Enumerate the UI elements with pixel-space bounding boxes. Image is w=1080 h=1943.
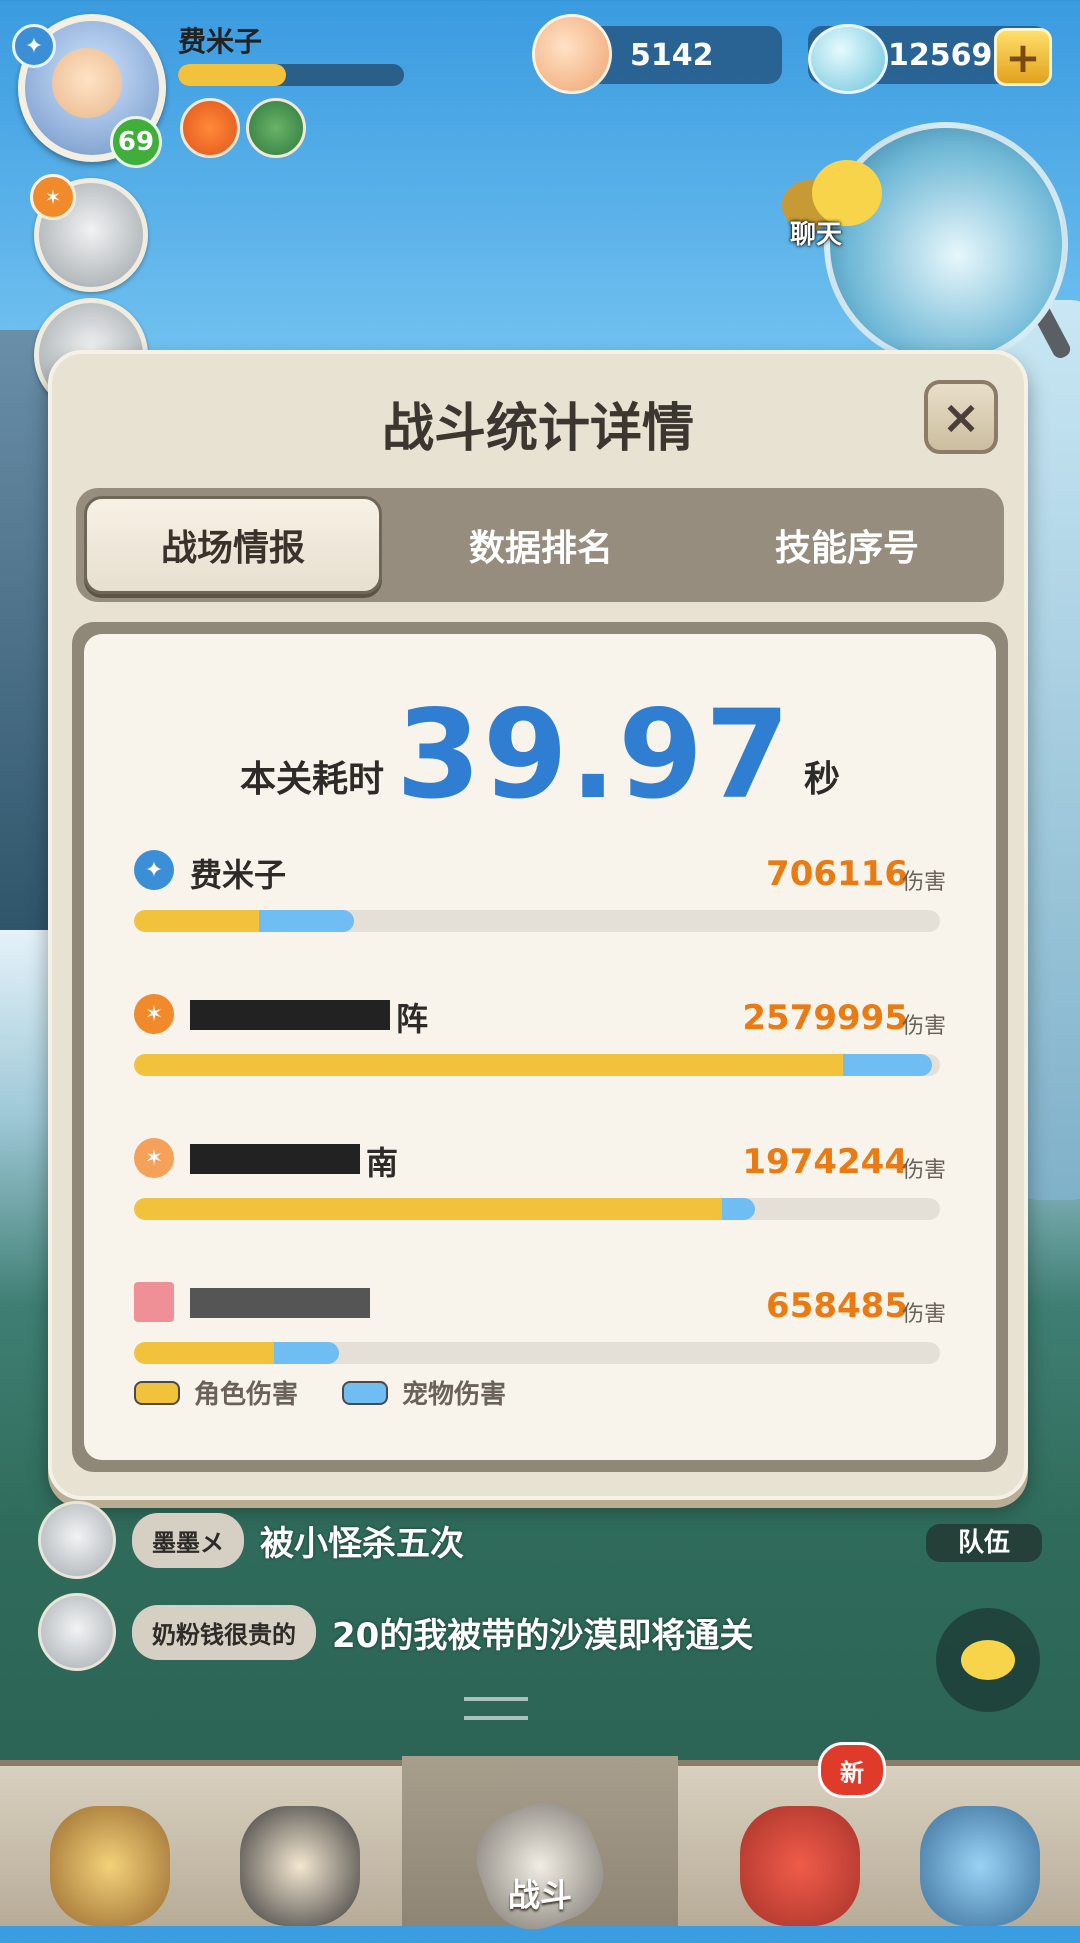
chat-message[interactable]: 奶粉钱很贵的 20的我被带的沙漠即将通关 [38,1592,753,1672]
damage-bar [134,1342,940,1364]
player-name: 费米子 [190,856,287,894]
tab-bar: 战场情报 数据排名 技能序号 [76,488,1004,602]
time-unit: 秒 [803,759,840,800]
pet-damage-bar [258,910,355,932]
role-damage-bar [134,1054,844,1076]
player-face [52,48,122,118]
tab-skill-order[interactable]: 技能序号 [698,496,996,594]
redacted-name [190,1144,360,1174]
character-icon [50,1806,170,1926]
damage-unit: 伤害 [901,1302,946,1327]
new-badge: 新 [818,1742,886,1798]
class-icon [134,1282,174,1322]
damage-bar [134,1198,940,1220]
shell-icon [532,14,612,94]
shell-count: 5142 [630,37,714,73]
role-damage-swatch [134,1380,180,1405]
player-name: 阵 [396,1000,429,1038]
damage-value: 2579995 [742,998,908,1038]
chat-button[interactable] [936,1608,1040,1712]
dialog-title: 战斗统计详情 [381,399,694,459]
chat-text: 20的我被带的沙漠即将通关 [332,1615,754,1656]
minimap[interactable] [824,122,1068,366]
stats-panel-inner: 本关耗时 39.97 秒 ✦ 费米子 706116 伤害 ✶ 阵 2579995… [84,634,996,1460]
pet-damage-bar [274,1342,339,1364]
damage-value: 658485 [766,1286,908,1326]
pet-damage-bar [843,1054,932,1076]
chat-label[interactable]: 聊天 [790,214,842,251]
add-currency-button[interactable]: + [994,28,1052,86]
class-icon: ✦ [134,850,174,890]
damage-legend: 角色伤害 宠物伤害 [134,1374,506,1411]
pearl-icon [808,24,888,94]
damage-bar [134,910,940,932]
damage-value: 706116 [766,854,908,894]
damage-unit: 伤害 [901,870,946,895]
class-icon: ✶ [134,1138,174,1178]
role-damage-bar [134,1342,275,1364]
role-damage-bar [134,1198,723,1220]
chat-sender: 奶粉钱很贵的 [132,1604,316,1660]
close-button[interactable]: × [924,380,998,454]
tab-battlefield-info[interactable]: 战场情报 [84,496,382,594]
redacted-name [190,1288,370,1318]
chat-text: 被小怪杀五次 [260,1523,464,1564]
class-icon: ✦ [12,24,56,68]
battle-stats-dialog: 战斗统计详情 × 战场情报 数据排名 技能序号 本关耗时 39.97 秒 ✦ 费… [48,350,1028,1500]
time-label: 本关耗时 [240,759,385,800]
tab-data-ranking[interactable]: 数据排名 [392,496,690,594]
nav-battle-label[interactable]: 战斗 [402,1870,678,1916]
time-value: 39.97 [396,684,792,826]
nav-item-portal[interactable] [880,1766,1080,1926]
redacted-name [190,1000,390,1030]
pet-damage-bar [722,1198,755,1220]
damage-value: 1974244 [742,1142,908,1182]
pet-damage-legend-label: 宠物伤害 [402,1380,507,1410]
stats-panel: 本关耗时 39.97 秒 ✦ 费米子 706116 伤害 ✶ 阵 2579995… [72,622,1008,1472]
damage-unit: 伤害 [901,1158,946,1183]
time-row: 本关耗时 39.97 秒 [84,694,996,816]
fire-buff-icon[interactable] [180,98,240,158]
avatar [38,1593,116,1671]
nature-buff-icon[interactable] [246,98,306,158]
player-name: 费米子 [178,25,263,58]
damage-unit: 伤害 [901,1014,946,1039]
hp-bar [178,64,404,86]
portal-icon [920,1806,1040,1926]
player-name: 南 [366,1144,399,1182]
class-icon: ✶ [134,994,174,1034]
teammate-class-icon: ✶ [30,174,76,220]
nav-item-character[interactable] [10,1766,210,1926]
chat-icon [961,1640,1015,1680]
team-button[interactable]: 队伍 [926,1524,1042,1562]
hp-bar-fill [178,64,287,86]
nav-item-companion[interactable] [200,1766,400,1926]
role-damage-bar [134,910,259,932]
avatar [38,1501,116,1579]
pet-icon [740,1806,860,1926]
level-badge: 69 [110,116,162,168]
role-damage-legend-label: 角色伤害 [194,1380,299,1410]
page-indicator [464,1686,608,1720]
damage-bar [134,1054,940,1076]
companion-icon [240,1806,360,1926]
pet-damage-swatch [342,1380,389,1405]
chat-sender: 墨墨メ [132,1512,244,1568]
chat-message[interactable]: 墨墨メ 被小怪杀五次 [38,1500,464,1580]
